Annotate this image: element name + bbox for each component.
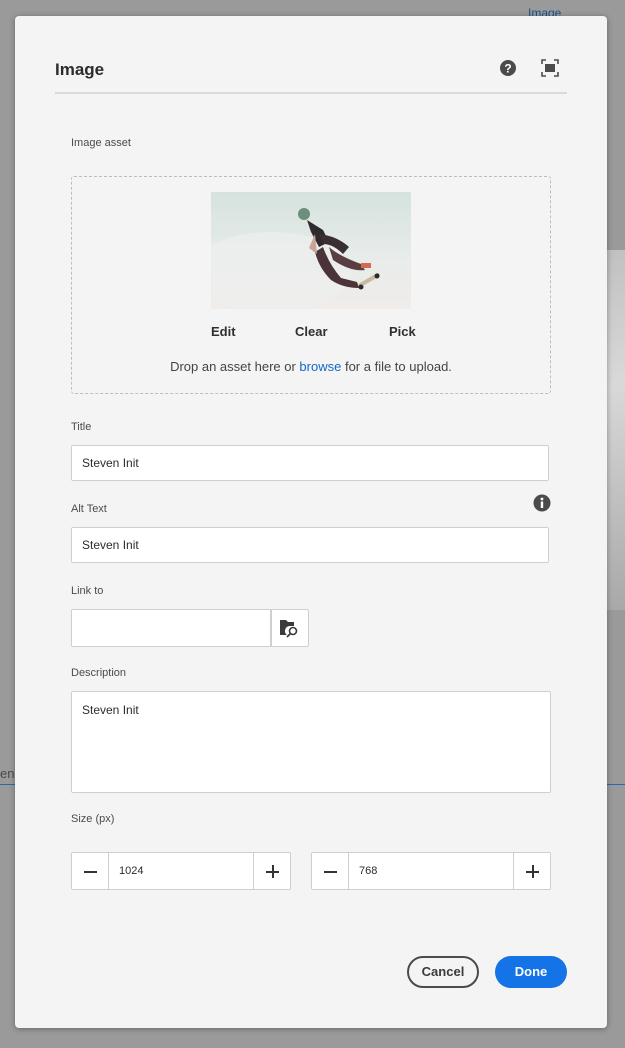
width-increment-button[interactable] [253, 852, 291, 890]
background-divider-left [0, 784, 15, 785]
description-textarea[interactable]: Steven Init [71, 691, 551, 793]
width-decrement-button[interactable] [71, 852, 109, 890]
drop-hint-prefix: Drop an asset here or [170, 359, 300, 374]
help-icon[interactable]: ? [499, 59, 517, 77]
browse-link[interactable]: browse [299, 359, 341, 374]
title-label: Title [71, 421, 92, 433]
skater-image [211, 208, 380, 309]
asset-dropzone[interactable]: Edit Clear Pick Drop an asset here or br… [71, 176, 551, 394]
width-input[interactable]: 1024 [109, 852, 253, 890]
link-to-label: Link to [71, 585, 104, 597]
title-input[interactable]: Steven Init [71, 445, 549, 481]
alt-text-input[interactable]: Steven Init [71, 527, 549, 563]
height-decrement-button[interactable] [311, 852, 349, 890]
folder-search-icon [280, 620, 298, 638]
link-to-input[interactable] [71, 609, 271, 647]
dialog-title: Image [55, 60, 105, 79]
size-label: Size (px) [71, 813, 115, 825]
image-asset-label: Image asset [71, 137, 131, 149]
height-increment-button[interactable] [513, 852, 551, 890]
svg-text:?: ? [504, 61, 511, 75]
drop-hint-suffix: for a file to upload. [341, 359, 452, 374]
drop-hint: Drop an asset here or browse for a file … [72, 359, 550, 374]
description-label: Description [71, 667, 127, 679]
background-text: en [0, 766, 15, 781]
asset-thumbnail[interactable] [211, 192, 411, 309]
pick-button[interactable]: Pick [389, 324, 416, 339]
browse-path-button[interactable] [271, 609, 309, 647]
minus-icon [324, 871, 337, 873]
alt-text-label: Alt Text [71, 503, 107, 515]
cancel-button[interactable]: Cancel [407, 956, 479, 988]
clear-button[interactable]: Clear [295, 324, 328, 339]
edit-button[interactable]: Edit [211, 324, 236, 339]
done-button[interactable]: Done [495, 956, 567, 988]
info-icon[interactable] [533, 494, 551, 512]
minus-icon [84, 871, 97, 873]
height-input[interactable]: 768 [349, 852, 513, 890]
background-divider-right [607, 784, 625, 785]
dialog-header: Image ? [55, 16, 567, 94]
fullscreen-icon[interactable] [541, 59, 559, 77]
image-dialog: Image ? Image asset Edit Clear Pick Drop… [15, 16, 607, 1028]
